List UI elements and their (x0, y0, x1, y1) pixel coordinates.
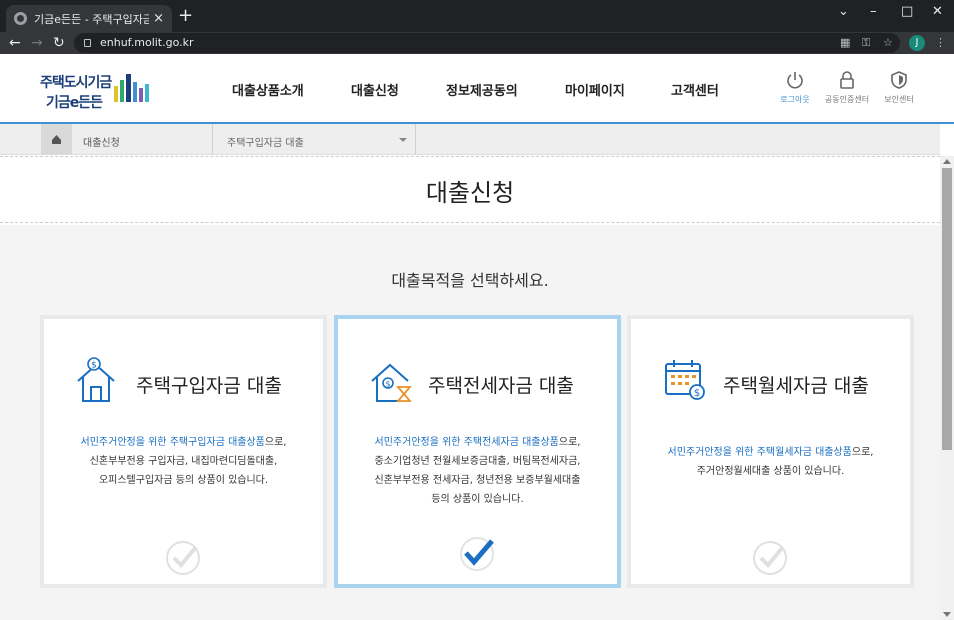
qr-code-icon[interactable]: ▦ (840, 36, 850, 49)
lock-icon (840, 71, 854, 89)
minimize-button[interactable]: – (870, 4, 877, 19)
nav-my-page[interactable]: 마이페이지 (565, 80, 625, 99)
card-description-suffix: 으로, (851, 447, 874, 458)
page-title: 대출신청 (425, 179, 515, 207)
menu-dots-icon[interactable]: ⋮ (935, 36, 946, 49)
favicon-icon (14, 12, 27, 25)
forward-arrow-icon[interactable]: → (31, 34, 43, 52)
url-text: enhuf.molit.go.kr (100, 36, 194, 49)
logo-bars-icon (114, 74, 149, 102)
nav-loan-application[interactable]: 대출신청 (351, 80, 399, 99)
profile-avatar[interactable]: J (909, 35, 925, 51)
card-description-highlight: 서민주거안정을 위한 주택구입자금 대출상품 (80, 437, 265, 448)
tab-search-button[interactable]: ⌄ (838, 4, 849, 19)
tab-close-button[interactable]: × (153, 11, 164, 26)
card-description-line: 신혼부부전용 구입자금, 내집마련디딤돌대출, (89, 456, 278, 467)
card-description-line: 중소기업청년 전월세보증금대출, 버팀목전세자금, (374, 456, 581, 467)
card-description-suffix: 으로, (264, 437, 287, 448)
check-icon (166, 541, 200, 575)
shield-icon (891, 71, 907, 89)
browser-tab-bar: 기금e든든 - 주택구입자금 대출 × + ⌄ – □ ✕ (0, 0, 954, 32)
tab-title: 기금e든든 - 주택구입자금 대출 (34, 12, 150, 26)
home-icon (52, 135, 61, 144)
logout-label: 로그아웃 (780, 95, 810, 104)
back-arrow-icon[interactable]: ← (9, 34, 21, 52)
scroll-down-arrow-icon[interactable] (943, 612, 951, 617)
page-subtitle: 대출목적을 선택하세요. (391, 271, 549, 290)
nav-info-consent[interactable]: 정보제공동의 (446, 80, 518, 99)
scroll-up-arrow-icon[interactable] (943, 159, 951, 164)
home-button[interactable] (41, 124, 72, 155)
site-logo[interactable]: 주택도시기금 기금e든든 (40, 72, 149, 112)
bookmark-star-icon[interactable]: ☆ (883, 36, 893, 49)
new-tab-button[interactable]: + (178, 7, 193, 25)
reload-icon[interactable]: ↻ (53, 34, 65, 52)
breadcrumb-select[interactable]: 주택구입자금 대출 (212, 124, 416, 155)
check-icon (753, 541, 787, 575)
address-bar[interactable]: enhuf.molit.go.kr (74, 33, 900, 53)
house-dollar-icon: $ (77, 357, 115, 402)
house-hourglass-icon: $ (371, 363, 412, 402)
page-scrollbar[interactable] (940, 156, 954, 620)
certificate-center-button[interactable]: 공동인증센터 (822, 70, 872, 105)
card-title: 주택월세자금 대출 (723, 375, 869, 397)
nav-customer-center[interactable]: 고객센터 (671, 80, 719, 99)
key-icon[interactable]: ⚿ (862, 36, 870, 50)
site-header: 주택도시기금 기금e든든 대출상품소개 대출신청 정보제공동의 마이페이지 고객… (0, 54, 954, 124)
browser-toolbar: ← → ↻ enhuf.molit.go.kr ▦ ⚿ ☆ J ⋮ (0, 32, 954, 54)
maximize-button[interactable]: □ (901, 4, 913, 19)
card-description-highlight: 서민주거안정을 위한 주택전세자금 대출상품 (374, 437, 559, 448)
breadcrumb-select-value: 주택구입자금 대출 (227, 138, 304, 149)
browser-tab[interactable]: 기금e든든 - 주택구입자금 대출 × (6, 5, 172, 32)
scroll-thumb[interactable] (942, 168, 952, 450)
close-window-button[interactable]: ✕ (932, 4, 943, 19)
security-center-label: 보안센터 (884, 95, 914, 104)
card-home-purchase-loan[interactable]: $ 주택구입자금 대출 서민주거안정을 위한 주택구입자금 대출상품으로, 신혼… (40, 315, 327, 588)
calendar-dollar-icon: $ (665, 360, 705, 400)
breadcrumb-level1[interactable]: 대출신청 (83, 134, 120, 149)
logo-line2: 기금e든든 (46, 95, 103, 111)
card-jeonse-loan[interactable]: $ 주택전세자금 대출 서민주거안정을 위한 주택전세자금 대출상품으로, 중소… (334, 315, 621, 588)
card-description-line: 신혼부부전용 전세자금, 청년전용 보증부월세대출 (374, 475, 581, 486)
chevron-down-icon (399, 138, 407, 142)
security-center-button[interactable]: 보안센터 (874, 70, 924, 105)
card-description: 서민주거안정을 위한 주택구입자금 대출상품으로, 신혼부부전용 구입자금, 내… (44, 433, 323, 490)
card-description: 서민주거안정을 위한 주택월세자금 대출상품으로, 주거안정월세대출 상품이 있… (631, 443, 910, 481)
logout-button[interactable]: 로그아웃 (770, 70, 820, 105)
certificate-center-label: 공동인증센터 (824, 95, 870, 104)
check-icon (460, 537, 494, 571)
nav-loan-products[interactable]: 대출상품소개 (232, 80, 304, 99)
svg-text:$: $ (91, 361, 97, 371)
card-description-suffix: 으로, (558, 437, 581, 448)
card-description-line: 오피스텔구입자금 등의 상품이 있습니다. (98, 475, 269, 486)
card-monthly-rent-loan[interactable]: $ 주택월세자금 대출 서민주거안정을 위한 주택월세자금 대출상품으로, 주거… (627, 315, 914, 588)
card-description-line: 주거안정월세대출 상품이 있습니다. (696, 466, 845, 477)
card-description-line: 등의 상품이 있습니다. (431, 494, 524, 505)
power-icon (787, 72, 803, 89)
lock-icon (84, 39, 91, 47)
card-description-highlight: 서민주거안정을 위한 주택월세자금 대출상품 (667, 447, 852, 458)
breadcrumb: 대출신청 주택구입자금 대출 (0, 124, 940, 155)
svg-text:$: $ (694, 388, 700, 399)
card-description: 서민주거안정을 위한 주택전세자금 대출상품으로, 중소기업청년 전월세보증금대… (338, 433, 617, 509)
svg-text:$: $ (385, 380, 390, 389)
logo-line1: 주택도시기금 (40, 75, 112, 91)
